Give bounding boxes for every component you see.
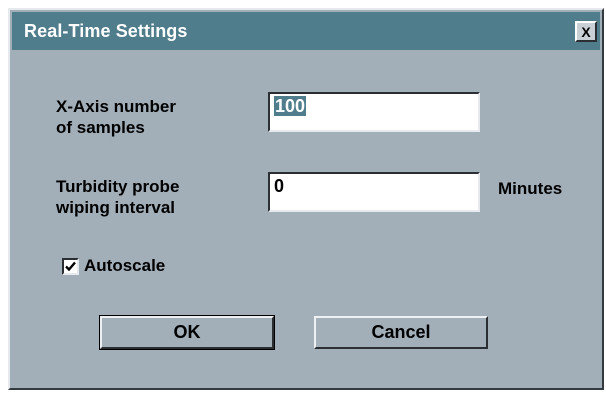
checkmark-icon [65,261,76,271]
wiping-interval-value: 0 [274,176,285,196]
close-button[interactable]: X [575,21,597,42]
ok-button-label: OK [173,322,201,342]
autoscale-checkbox[interactable] [62,257,79,275]
autoscale-label: Autoscale [84,256,166,275]
autoscale-option[interactable]: Autoscale [62,256,165,276]
ok-button[interactable]: OK [99,315,275,350]
settings-dialog: Real-Time Settings X X-Axis number of sa… [8,8,604,390]
wiping-label-line2: wiping interval [56,198,176,217]
x-axis-samples-label: X-Axis number of samples [56,96,176,138]
wiping-interval-label: Turbidity probe wiping interval [56,176,179,218]
x-axis-samples-input[interactable]: 100 [268,92,480,132]
cancel-button[interactable]: Cancel [314,316,488,349]
dialog-title: Real-Time Settings [24,21,188,41]
wiping-label-line1: Turbidity probe [56,177,180,196]
title-bar[interactable]: Real-Time Settings X [12,12,600,50]
x-axis-samples-value: 100 [274,96,307,116]
wiping-interval-input[interactable]: 0 [268,172,480,212]
x-axis-label-line1: X-Axis number [56,97,176,116]
close-icon: X [581,23,591,40]
cancel-button-label: Cancel [371,322,431,342]
x-axis-label-line2: of samples [56,118,145,137]
minutes-unit-label: Minutes [498,179,563,198]
